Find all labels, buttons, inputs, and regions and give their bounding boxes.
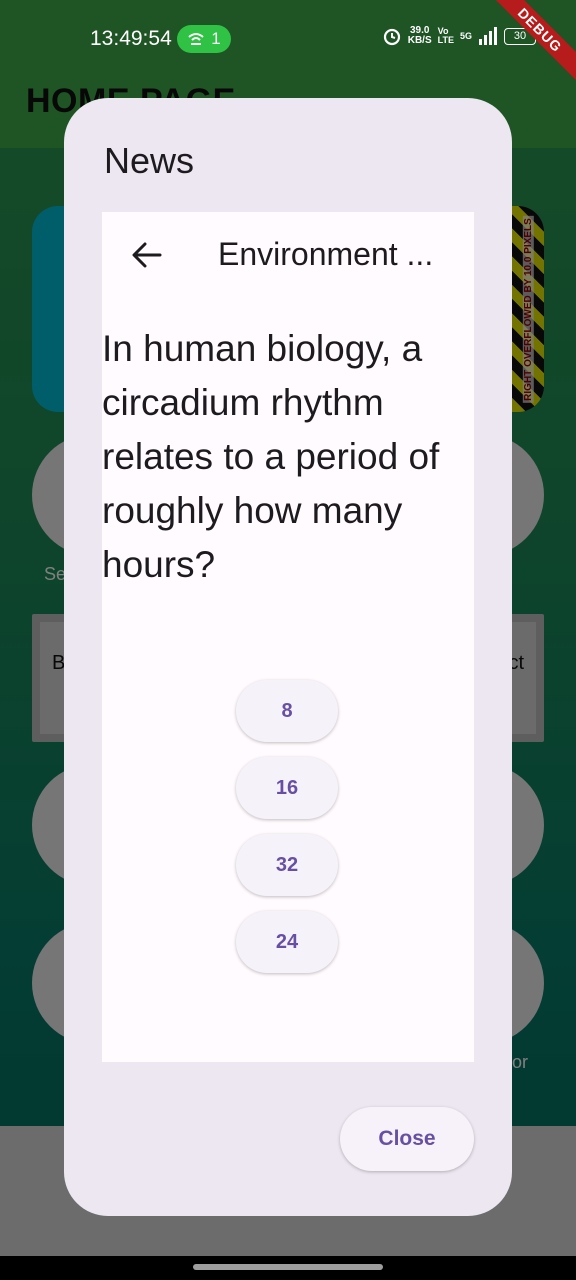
- status-bar: 13:49:54 1 39.0 KB/S Vo LTE 5G 30 DEBUG: [0, 0, 576, 94]
- dialog-content: Environment ... In human biology, a circ…: [102, 212, 474, 1062]
- hotspot-pill: 1: [177, 25, 231, 53]
- close-button[interactable]: Close: [340, 1107, 474, 1171]
- network-type: 5G: [459, 30, 472, 41]
- inner-app-bar: Environment ...: [102, 212, 474, 302]
- back-arrow-icon[interactable]: [126, 234, 168, 276]
- network-speed: 39.0 KB/S: [407, 25, 432, 46]
- inner-page-title: Environment ...: [218, 236, 434, 272]
- hotspot-icon: [188, 33, 204, 45]
- volte-indicator: Vo LTE: [437, 26, 454, 45]
- quiz-question: In human biology, a circadium rhythm rel…: [102, 328, 440, 585]
- alarm-icon: [383, 28, 400, 46]
- answer-option-button[interactable]: 8: [236, 680, 338, 742]
- news-dialog: News Environment ... In human biology, a…: [64, 98, 512, 1216]
- answer-option-button[interactable]: 32: [236, 834, 338, 896]
- answer-option-button[interactable]: 16: [236, 757, 338, 819]
- signal-icon: [479, 27, 497, 45]
- gesture-handle[interactable]: [193, 1264, 383, 1270]
- dialog-title: News: [104, 140, 195, 181]
- answer-option-button[interactable]: 24: [236, 911, 338, 973]
- hotspot-count: 1: [211, 29, 221, 48]
- status-time: 13:49:54: [90, 27, 172, 50]
